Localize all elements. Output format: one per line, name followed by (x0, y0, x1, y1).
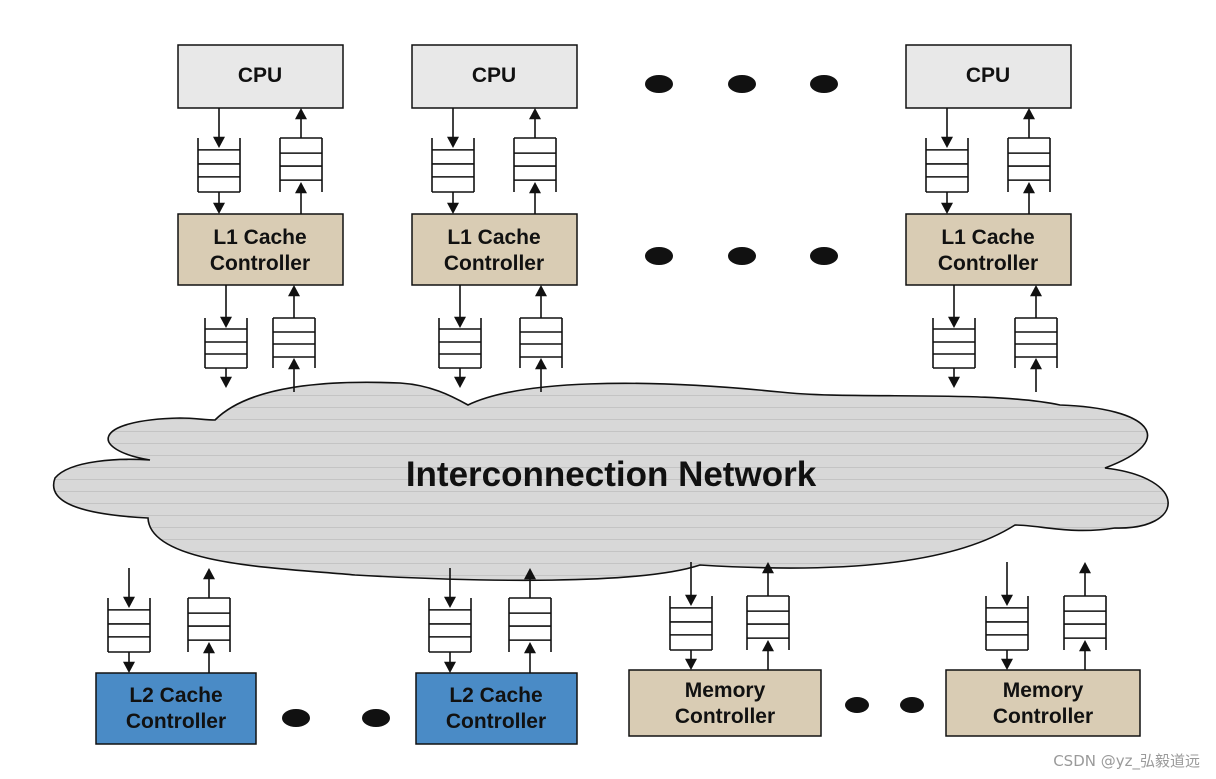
l2-label-line1: L2 Cache (129, 684, 222, 707)
memory-label-line1: Memory (685, 679, 766, 702)
ellipsis-dot (362, 709, 390, 727)
arrow-down-in-head (444, 596, 456, 608)
arrow-up-in-head (1030, 358, 1042, 370)
arrow-up-out-head (1079, 562, 1091, 574)
ellipsis-dots-l2-row (282, 709, 390, 727)
arrow-down-in-head (685, 594, 697, 606)
cpu-node-1: CPU (177, 44, 344, 109)
cpu-label: CPU (472, 64, 516, 87)
l1-controller-2: L1 Cache Controller (411, 213, 578, 286)
arrow-down-in-head (220, 316, 232, 328)
arrow-up-in-head (288, 358, 300, 370)
arrow-up-out-head (288, 285, 300, 297)
arrow-up-in-head (529, 182, 541, 194)
l2-label-line1: L2 Cache (449, 684, 542, 707)
ellipsis-dot (810, 75, 838, 93)
memory-controller-2: Memory Controller (945, 669, 1141, 737)
ellipsis-dot (845, 697, 869, 713)
ellipsis-dot (282, 709, 310, 727)
memory-label-line2: Controller (675, 705, 775, 728)
arrow-up-in-head (203, 642, 215, 654)
arrow-down-out-head (685, 658, 697, 670)
l1-controller-1: L1 Cache Controller (177, 213, 344, 286)
memory-controller-1: Memory Controller (628, 669, 822, 737)
ellipsis-dot (900, 697, 924, 713)
cpu-label: CPU (966, 64, 1010, 87)
arrow-up-in-head (524, 642, 536, 654)
ellipsis-dots-l1-row (645, 247, 838, 265)
arrow-up-in-head (762, 640, 774, 652)
arrow-down-in-head (447, 136, 459, 148)
arrow-down-in-head (454, 316, 466, 328)
arrow-down-out-head (444, 661, 456, 673)
arrow-up-out-head (203, 568, 215, 580)
l1-label-line1: L1 Cache (447, 226, 540, 249)
arrow-down-out-head (1001, 658, 1013, 670)
ellipsis-dot (645, 247, 673, 265)
ellipsis-dots-cpu-row (645, 75, 838, 93)
arrow-up-in-head (295, 182, 307, 194)
arrow-down-in-head (123, 596, 135, 608)
arrow-up-in-head (1023, 182, 1035, 194)
arrow-up-in-head (535, 358, 547, 370)
arrow-up-out-head (535, 285, 547, 297)
l2-controller-1: L2 Cache Controller (95, 672, 257, 745)
ellipsis-dot (728, 247, 756, 265)
arrow-down-out-head (213, 202, 225, 214)
arrow-down-out-head (948, 376, 960, 388)
l1-label-line2: Controller (938, 252, 1038, 275)
network-label: Interconnection Network (406, 455, 817, 494)
ellipsis-dot (810, 247, 838, 265)
cpu-label: CPU (238, 64, 282, 87)
arrow-down-out-head (220, 376, 232, 388)
ellipsis-dot (645, 75, 673, 93)
l1-label-line1: L1 Cache (213, 226, 306, 249)
arrow-down-in-head (213, 136, 225, 148)
ellipsis-dot (728, 75, 756, 93)
memory-label-line2: Controller (993, 705, 1093, 728)
arrow-down-out-head (454, 376, 466, 388)
arrow-up-out-head (529, 108, 541, 120)
l1-label-line2: Controller (444, 252, 544, 275)
ellipsis-dots-memory-row (845, 697, 924, 713)
arrow-down-in-head (948, 316, 960, 328)
arrow-up-out-head (295, 108, 307, 120)
l1-label-line1: L1 Cache (941, 226, 1034, 249)
cpu-node-2: CPU (411, 44, 578, 109)
memory-label-line1: Memory (1003, 679, 1084, 702)
arrow-down-out-head (447, 202, 459, 214)
l2-label-line2: Controller (446, 710, 546, 733)
cpu-node-3: CPU (905, 44, 1072, 109)
arrow-down-out-head (123, 661, 135, 673)
l1-label-line2: Controller (210, 252, 310, 275)
arrow-up-in-head (1079, 640, 1091, 652)
arrow-down-in-head (941, 136, 953, 148)
watermark: CSDN @yz_弘毅道远 (1053, 752, 1200, 770)
arrow-down-out-head (941, 202, 953, 214)
l2-controller-2: L2 Cache Controller (415, 672, 578, 745)
l1-controller-3: L1 Cache Controller (905, 213, 1072, 286)
arrow-down-in-head (1001, 594, 1013, 606)
arrow-up-out-head (1023, 108, 1035, 120)
cache-architecture-diagram: Interconnection Network CPU CPU CPU L1 C… (52, 44, 1169, 745)
l2-label-line2: Controller (126, 710, 226, 733)
arrow-up-out-head (1030, 285, 1042, 297)
